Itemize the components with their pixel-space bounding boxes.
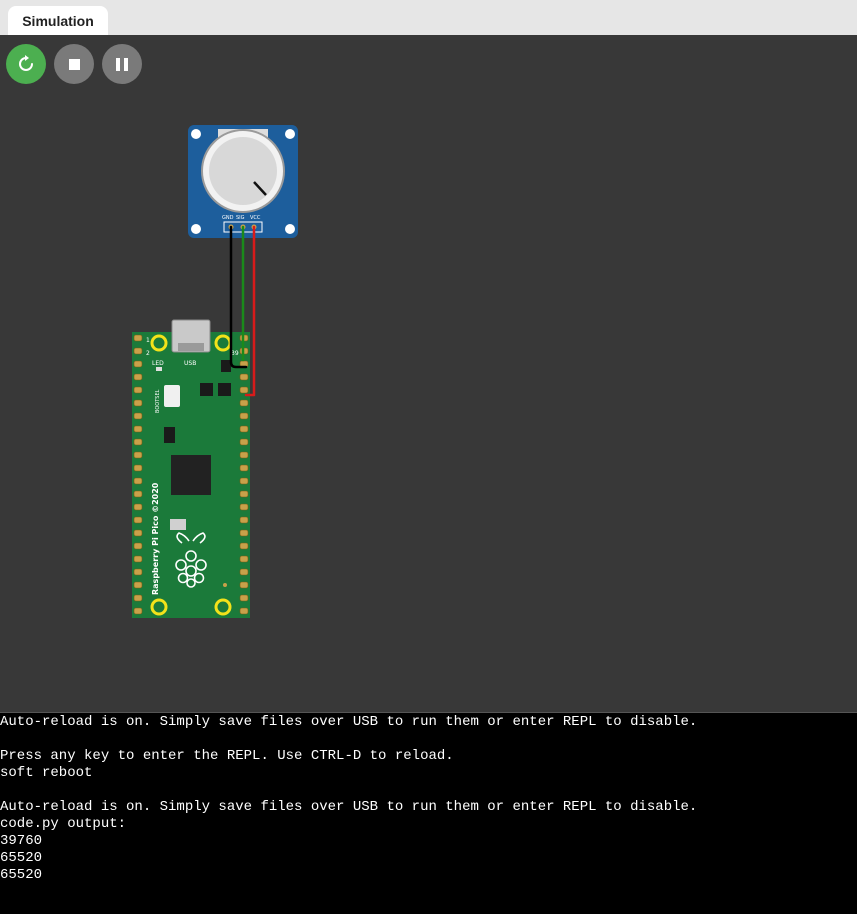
pot-pin-vcc: VCC bbox=[250, 215, 261, 221]
console-line: 65520 bbox=[0, 850, 43, 866]
tab-bar: Simulation bbox=[0, 0, 857, 35]
tab-simulation[interactable]: Simulation bbox=[8, 6, 108, 35]
simulation-canvas[interactable]: GND SIG VCC USB LED 1 2 39 BOOTSEL Raspb… bbox=[0, 35, 857, 712]
console-line: Auto-reload is on. Simply save files ove… bbox=[0, 799, 698, 815]
bootsel-label: BOOTSEL bbox=[155, 389, 161, 413]
pot-pin-gnd: GND bbox=[222, 215, 234, 221]
pin2-label: 2 bbox=[146, 350, 150, 357]
console-line: 39760 bbox=[0, 833, 43, 849]
usb-label: USB bbox=[184, 360, 196, 367]
brand-label: Raspberry Pi Pico ©2020 bbox=[151, 482, 160, 595]
console-line: code.py output: bbox=[0, 816, 127, 832]
circuit-diagram: GND SIG VCC USB LED 1 2 39 BOOTSEL Raspb… bbox=[132, 125, 298, 618]
console-line: 65520 bbox=[0, 867, 43, 883]
console-line: soft reboot bbox=[0, 765, 93, 781]
pot-pin-sig: SIG bbox=[236, 215, 245, 221]
console-line: Press any key to enter the REPL. Use CTR… bbox=[0, 748, 454, 764]
potentiometer[interactable]: GND SIG VCC bbox=[188, 125, 298, 238]
serial-console[interactable]: Auto-reload is on. Simply save files ove… bbox=[0, 712, 857, 914]
pin1-label: 1 bbox=[146, 337, 150, 344]
led-label: LED bbox=[152, 360, 164, 367]
console-line: Auto-reload is on. Simply save files ove… bbox=[0, 714, 698, 730]
